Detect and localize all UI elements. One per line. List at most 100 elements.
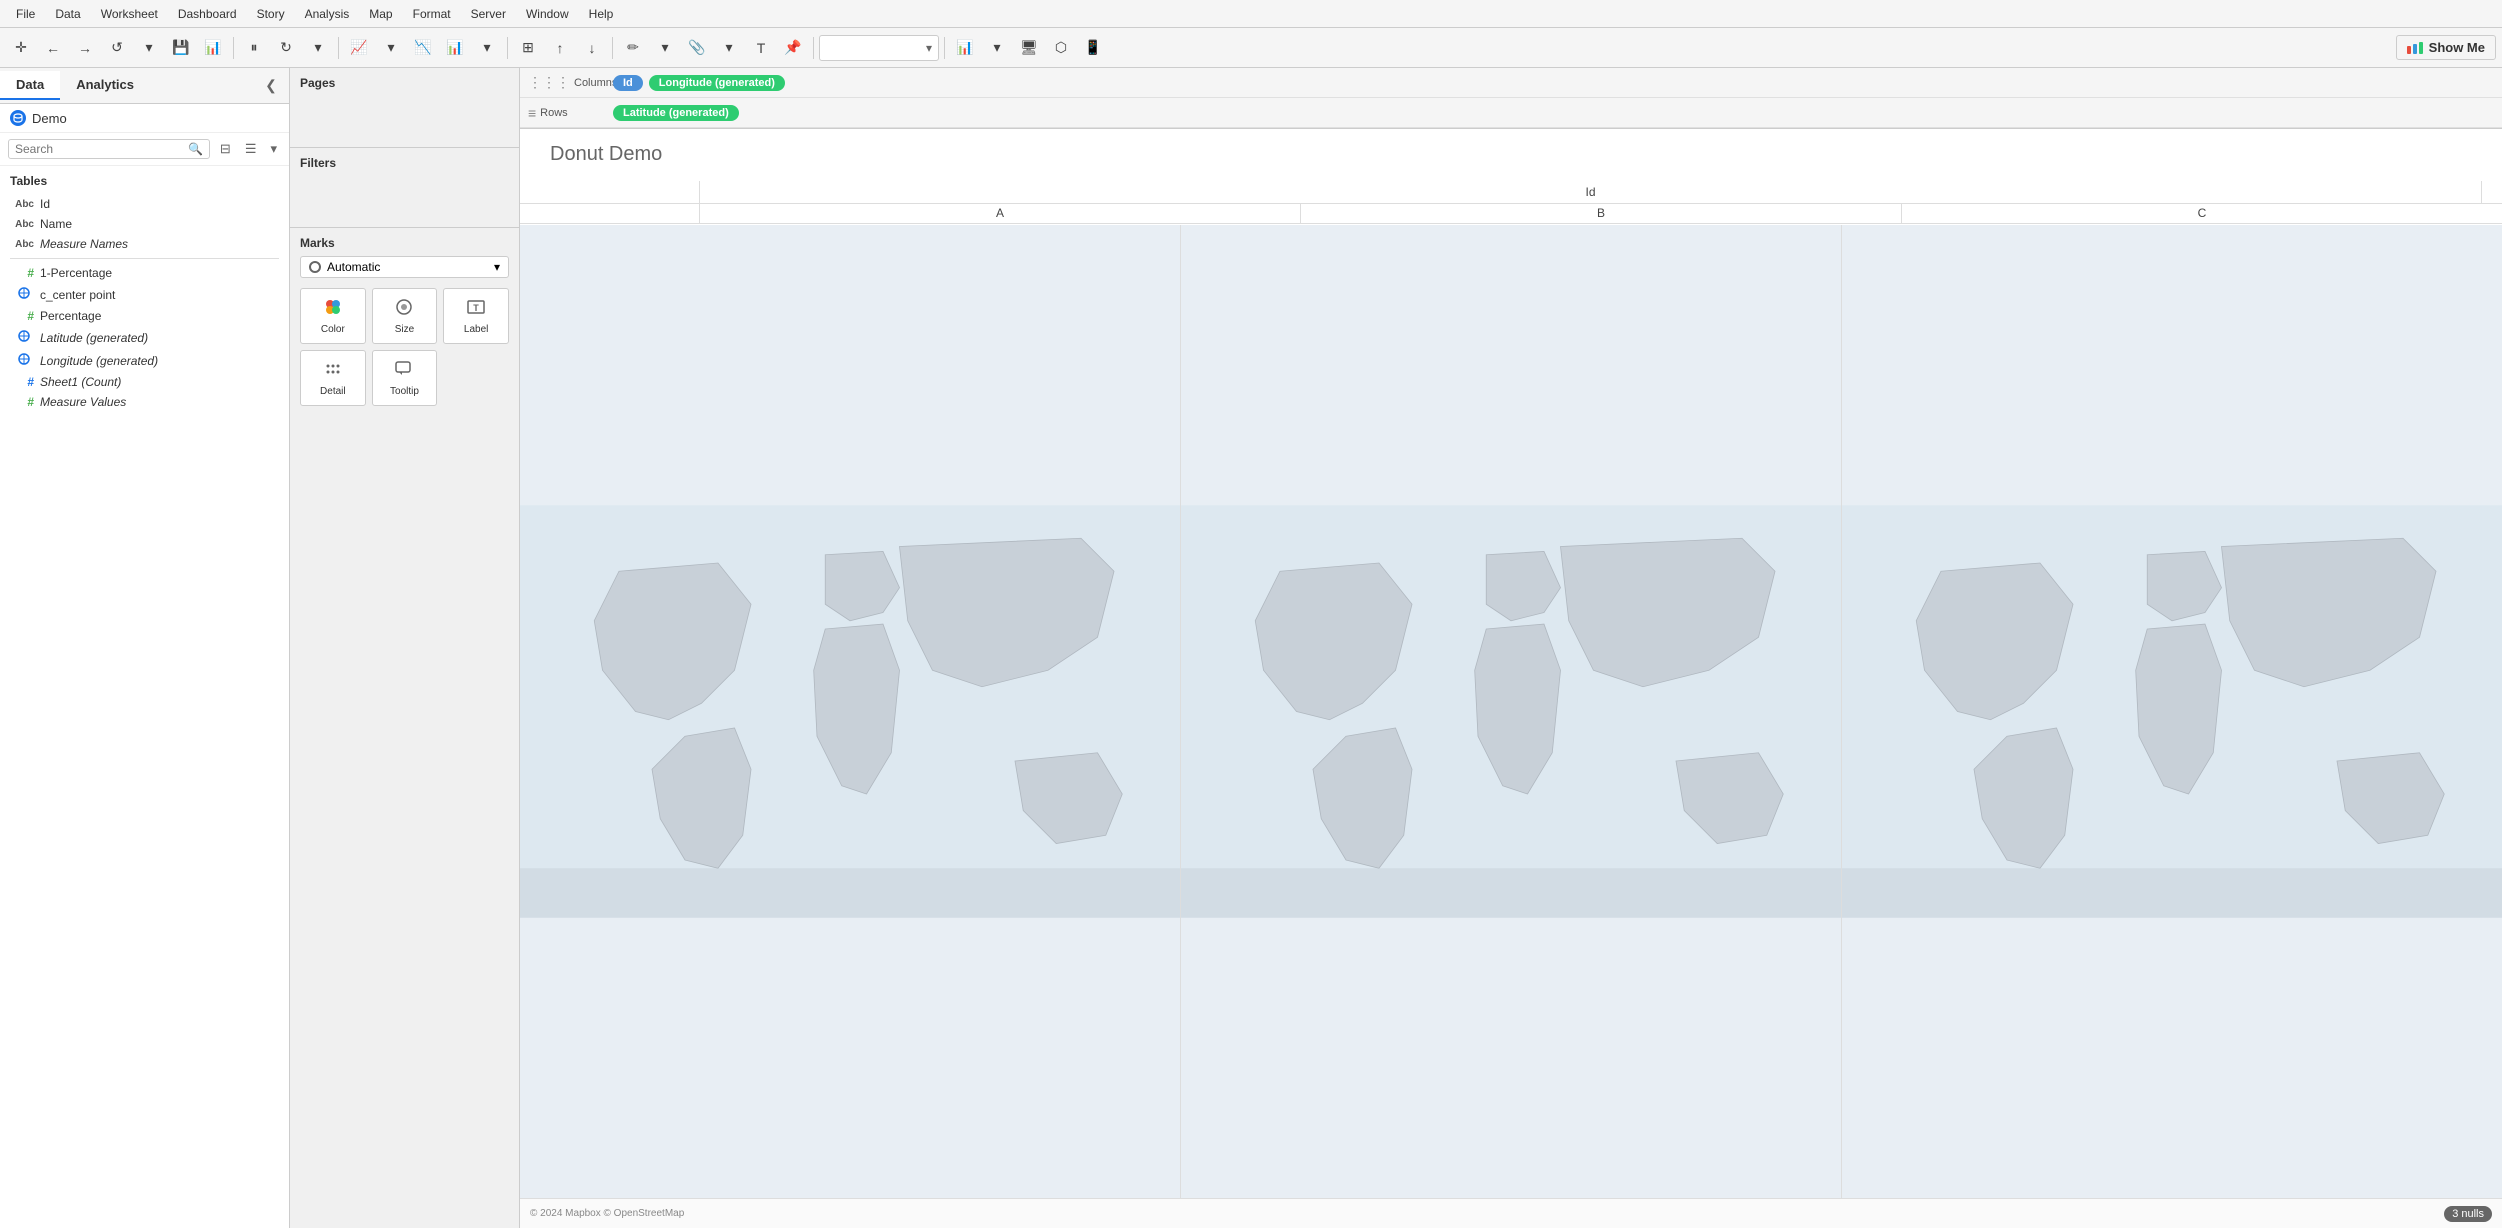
separator-2: [338, 37, 339, 59]
marks-tooltip-btn[interactable]: Tooltip: [372, 350, 438, 406]
filters-section: Filters: [290, 148, 519, 228]
separator-5: [813, 37, 814, 59]
separator-3: [507, 37, 508, 59]
toolbar-pen-btn[interactable]: ✏: [618, 34, 648, 62]
columns-pill-lon[interactable]: Longitude (generated): [649, 75, 785, 91]
marks-detail-btn[interactable]: Detail: [300, 350, 366, 406]
menu-server[interactable]: Server: [463, 5, 514, 23]
chart-footer: © 2024 Mapbox © OpenStreetMap 3 nulls: [520, 1198, 2502, 1228]
toolbar-device-btn[interactable]: 📱: [1078, 34, 1108, 62]
search-input-wrap: 🔍: [8, 139, 210, 159]
toolbar-undo-btn[interactable]: ↺: [102, 34, 132, 62]
menu-dashboard[interactable]: Dashboard: [170, 5, 245, 23]
label-btn-label: Label: [464, 324, 488, 335]
toolbar-sheet-dropdown[interactable]: ▾: [819, 35, 939, 61]
field-lon[interactable]: Longitude (generated): [10, 349, 279, 372]
menu-story[interactable]: Story: [249, 5, 293, 23]
chart-title: Donut Demo: [550, 143, 662, 166]
size-icon: [394, 297, 414, 320]
toolbar-chart3-dropdown[interactable]: ▾: [472, 34, 502, 62]
rows-label: ≡ Rows: [520, 105, 610, 121]
field-mv[interactable]: # Measure Values: [10, 392, 279, 412]
nulls-badge[interactable]: 3 nulls: [2444, 1206, 2492, 1222]
menu-window[interactable]: Window: [518, 5, 577, 23]
col-header-c: C: [1902, 203, 2502, 223]
toolbar-chart1-dropdown[interactable]: ▾: [376, 34, 406, 62]
toolbar-pause-btn[interactable]: ⏸: [239, 34, 269, 62]
toolbar-sort-desc-btn[interactable]: ↓: [577, 34, 607, 62]
field-1pct[interactable]: # 1-Percentage: [10, 263, 279, 283]
id-header-row: Id: [520, 181, 2502, 204]
field-type-geo-lon: [14, 352, 34, 369]
field-type-hash-pct: #: [14, 309, 34, 323]
toolbar-clip-dropdown[interactable]: ▾: [714, 34, 744, 62]
toolbar-clip-btn[interactable]: 📎: [682, 34, 712, 62]
field-id[interactable]: Abc Id: [10, 194, 279, 214]
toolbar-present-btn[interactable]: 🖥: [1014, 34, 1044, 62]
toolbar-pin-btn[interactable]: 📌: [778, 34, 808, 62]
map-grid: [520, 225, 2502, 1198]
toolbar-forward-btn[interactable]: →: [70, 34, 100, 62]
toolbar-group-btn[interactable]: ⊞: [513, 34, 543, 62]
field-center[interactable]: c_center point: [10, 283, 279, 306]
toolbar-undo-dropdown[interactable]: ▾: [134, 34, 164, 62]
search-icon: 🔍: [188, 142, 203, 156]
menu-analysis[interactable]: Analysis: [297, 5, 358, 23]
toolbar-chart3-btn[interactable]: 📊: [440, 34, 470, 62]
menu-worksheet[interactable]: Worksheet: [93, 5, 166, 23]
separator-4: [612, 37, 613, 59]
toolbar-text-btn[interactable]: T: [746, 34, 776, 62]
toolbar-bars-btn[interactable]: 📊: [950, 34, 980, 62]
main-layout: Data Analytics ❮ Demo 🔍 ⊟ ☰ ▾: [0, 68, 2502, 1228]
tab-analytics[interactable]: Analytics: [60, 71, 150, 100]
field-type-hash-mv: #: [14, 395, 34, 409]
color-dots-icon: [323, 297, 343, 320]
menu-map[interactable]: Map: [361, 5, 400, 23]
field-type-abc-name: Abc: [14, 219, 34, 230]
toolbar-chart2-btn[interactable]: 📉: [408, 34, 438, 62]
toolbar-chart1-btn[interactable]: 📈: [344, 34, 374, 62]
toolbar-refresh-btn[interactable]: ↻: [271, 34, 301, 62]
field-lat[interactable]: Latitude (generated): [10, 326, 279, 349]
search-input[interactable]: [15, 142, 188, 156]
map-cell-b: [1181, 225, 1842, 1198]
toolbar-pen-dropdown[interactable]: ▾: [650, 34, 680, 62]
toolbar-back-btn[interactable]: ←: [38, 34, 68, 62]
filter-btn[interactable]: ⊟: [216, 139, 235, 159]
marks-label-btn[interactable]: T Label: [443, 288, 509, 344]
toolbar-save-btn[interactable]: 💾: [166, 34, 196, 62]
tab-data[interactable]: Data: [0, 71, 60, 100]
toolbar-new-ds-btn[interactable]: 📊: [198, 34, 228, 62]
columns-pill-id[interactable]: Id: [613, 75, 643, 91]
field-name[interactable]: Abc Name: [10, 214, 279, 234]
toolbar-share-btn[interactable]: ⬡: [1046, 34, 1076, 62]
field-sheet1[interactable]: # Sheet1 (Count): [10, 372, 279, 392]
map-svg-a: [520, 225, 1180, 1198]
show-me-button[interactable]: Show Me: [2396, 35, 2496, 60]
menu-data[interactable]: Data: [47, 5, 88, 23]
toolbar-refresh-dropdown[interactable]: ▾: [303, 34, 333, 62]
tooltip-btn-label: Tooltip: [390, 386, 419, 397]
view-toggle-btn[interactable]: ☰: [241, 139, 261, 159]
map-svg-c: [1842, 225, 2502, 1198]
field-name-sheet1: Sheet1 (Count): [40, 375, 121, 389]
menu-help[interactable]: Help: [581, 5, 622, 23]
field-measure-names[interactable]: Abc Measure Names: [10, 234, 279, 254]
rows-pill-lat[interactable]: Latitude (generated): [613, 105, 739, 121]
marks-type-dropdown[interactable]: Automatic ▾: [300, 256, 509, 278]
toolbar-sort-asc-btn[interactable]: ↑: [545, 34, 575, 62]
panel-collapse-btn[interactable]: ❮: [259, 74, 283, 98]
middle-panel: Pages Filters Marks Automatic ▾: [290, 68, 520, 1228]
datasource-name: Demo: [32, 111, 67, 126]
columns-shelf: ⋮⋮⋮ Columns Id Longitude (generated): [520, 68, 2502, 98]
toolbar-pointer-btn[interactable]: ✛: [6, 34, 36, 62]
toolbar-bars-dropdown[interactable]: ▾: [982, 34, 1012, 62]
marks-dropdown-arrow: ▾: [494, 260, 500, 274]
marks-size-btn[interactable]: Size: [372, 288, 438, 344]
marks-color-btn[interactable]: Color: [300, 288, 366, 344]
tables-section: Tables Abc Id Abc Name Abc Measure Names…: [0, 166, 289, 1228]
field-pct[interactable]: # Percentage: [10, 306, 279, 326]
view-dropdown-btn[interactable]: ▾: [266, 139, 281, 159]
menu-format[interactable]: Format: [405, 5, 459, 23]
menu-file[interactable]: File: [8, 5, 43, 23]
